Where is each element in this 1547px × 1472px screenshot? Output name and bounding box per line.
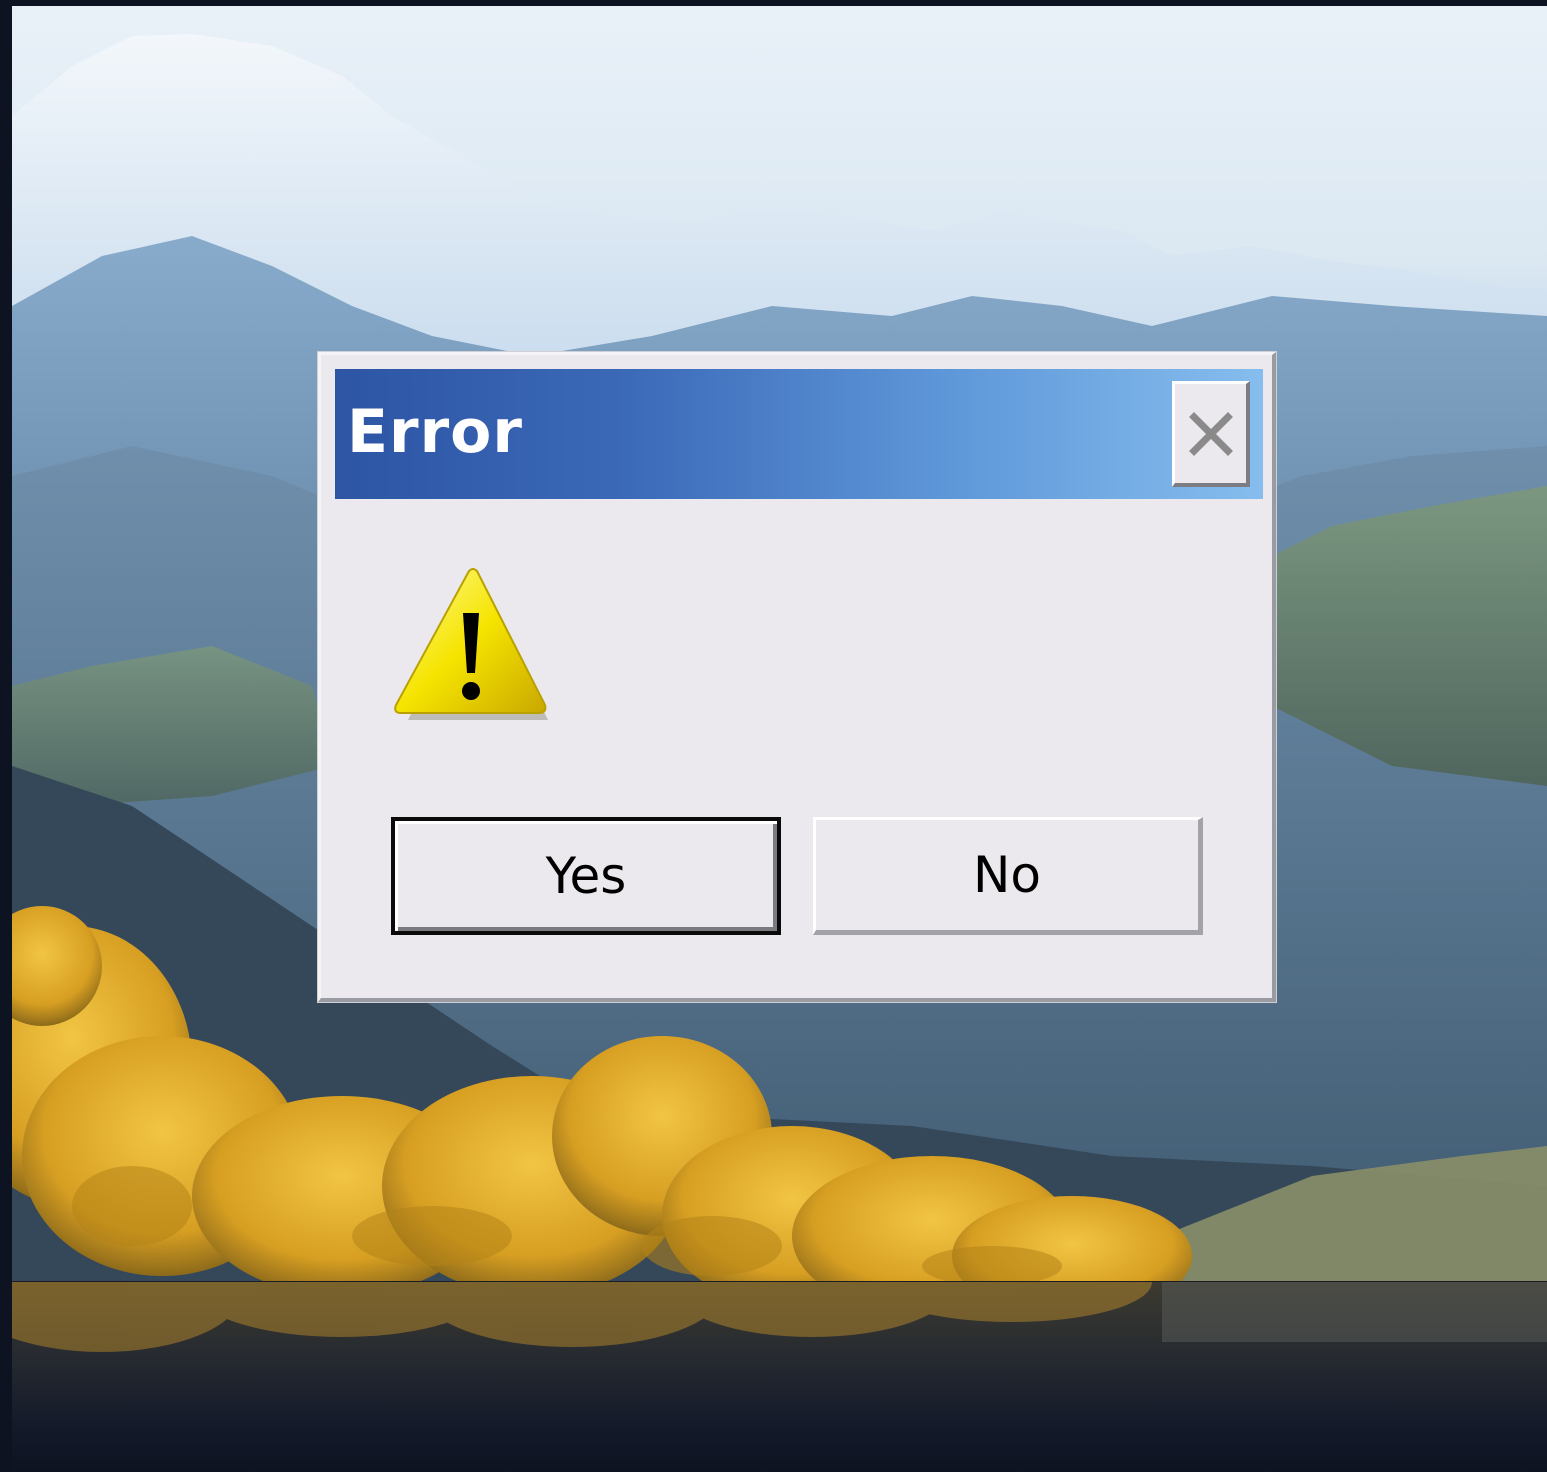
warning-icon	[391, 565, 551, 725]
close-x-icon	[1188, 411, 1233, 456]
error-dialog: Error Yes No	[318, 352, 1276, 1002]
no-button[interactable]: No	[813, 817, 1203, 935]
screen: Error Yes No	[0, 0, 1547, 1472]
dialog-title: Error	[347, 397, 523, 467]
reflection-image	[12, 1282, 1547, 1352]
dialog-titlebar[interactable]: Error	[335, 369, 1263, 499]
yes-button[interactable]: Yes	[391, 817, 781, 935]
wallpaper-reflection	[12, 1282, 1547, 1472]
close-button[interactable]	[1172, 381, 1250, 487]
